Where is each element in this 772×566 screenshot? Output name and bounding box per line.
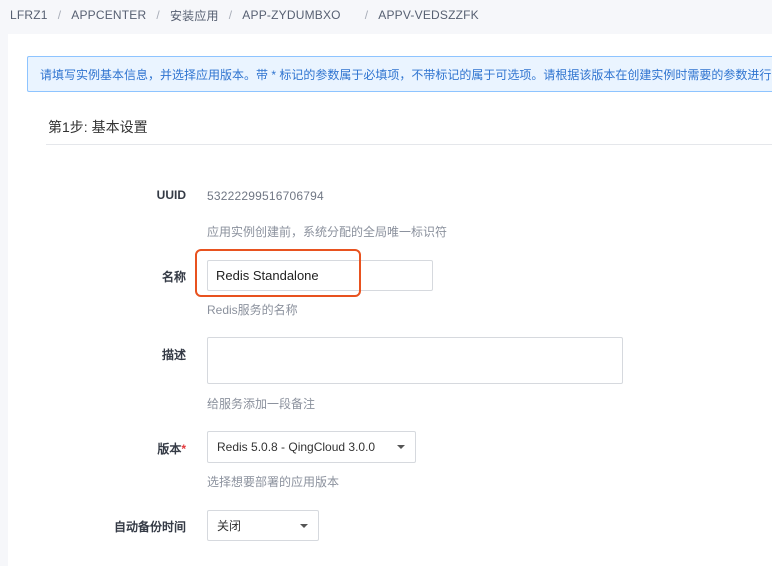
breadcrumb-item-install-app[interactable]: 安装应用 (170, 7, 219, 24)
step-divider (46, 144, 772, 145)
uuid-label: UUID (156, 188, 186, 202)
description-textarea[interactable] (207, 337, 623, 384)
breadcrumb-item-app-id[interactable]: APP-ZYDUMBXO (242, 8, 340, 22)
name-help: Redis服务的名称 (207, 303, 298, 317)
name-input-value: Redis Standalone (216, 268, 319, 283)
version-select[interactable]: Redis 5.0.8 - QingCloud 3.0.0 (207, 431, 416, 463)
description-label: 描述 (161, 348, 186, 362)
version-label: 版本* (8, 440, 186, 457)
required-mark: * (181, 442, 186, 456)
breadcrumb-item-appcenter[interactable]: APPCENTER (71, 8, 146, 22)
breadcrumb-separator: / (364, 8, 369, 22)
chevron-down-icon (300, 523, 308, 528)
name-input[interactable]: Redis Standalone (207, 260, 433, 291)
info-notice-text: 请填写实例基本信息，并选择应用版本。带 * 标记的参数属于必填项，不带标记的属于… (40, 67, 772, 82)
breadcrumb-item-zone[interactable]: LFRZ1 (10, 8, 48, 22)
form-panel: 请填写实例基本信息，并选择应用版本。带 * 标记的参数属于必填项，不带标记的属于… (8, 34, 772, 566)
breadcrumb-separator: / (228, 8, 233, 22)
version-selected-value: Redis 5.0.8 - QingCloud 3.0.0 (217, 440, 376, 454)
step-title: 第1步: 基本设置 (48, 119, 148, 135)
name-label: 名称 (161, 270, 186, 284)
uuid-help: 应用实例创建前，系统分配的全局唯一标识符 (207, 225, 448, 239)
description-help: 给服务添加一段备注 (207, 397, 316, 411)
breadcrumb-separator: / (57, 8, 62, 22)
auto-backup-selected-value: 关闭 (217, 519, 242, 533)
breadcrumb-item-app-version: APPV-VEDSZZFK (378, 8, 479, 22)
version-label-text: 版本 (157, 442, 182, 456)
chevron-down-icon (397, 445, 405, 449)
uuid-value: 53222299516706794 (207, 189, 324, 203)
auto-backup-select[interactable]: 关闭 (207, 510, 319, 541)
info-notice: 请填写实例基本信息，并选择应用版本。带 * 标记的参数属于必填项，不带标记的属于… (27, 56, 772, 92)
breadcrumb-separator: / (156, 8, 160, 22)
breadcrumb: LFRZ1 / APPCENTER / 安装应用 / APP-ZYDUMBXO … (0, 0, 772, 30)
version-help: 选择想要部署的应用版本 (207, 475, 340, 489)
auto-backup-label: 自动备份时间 (113, 520, 186, 534)
